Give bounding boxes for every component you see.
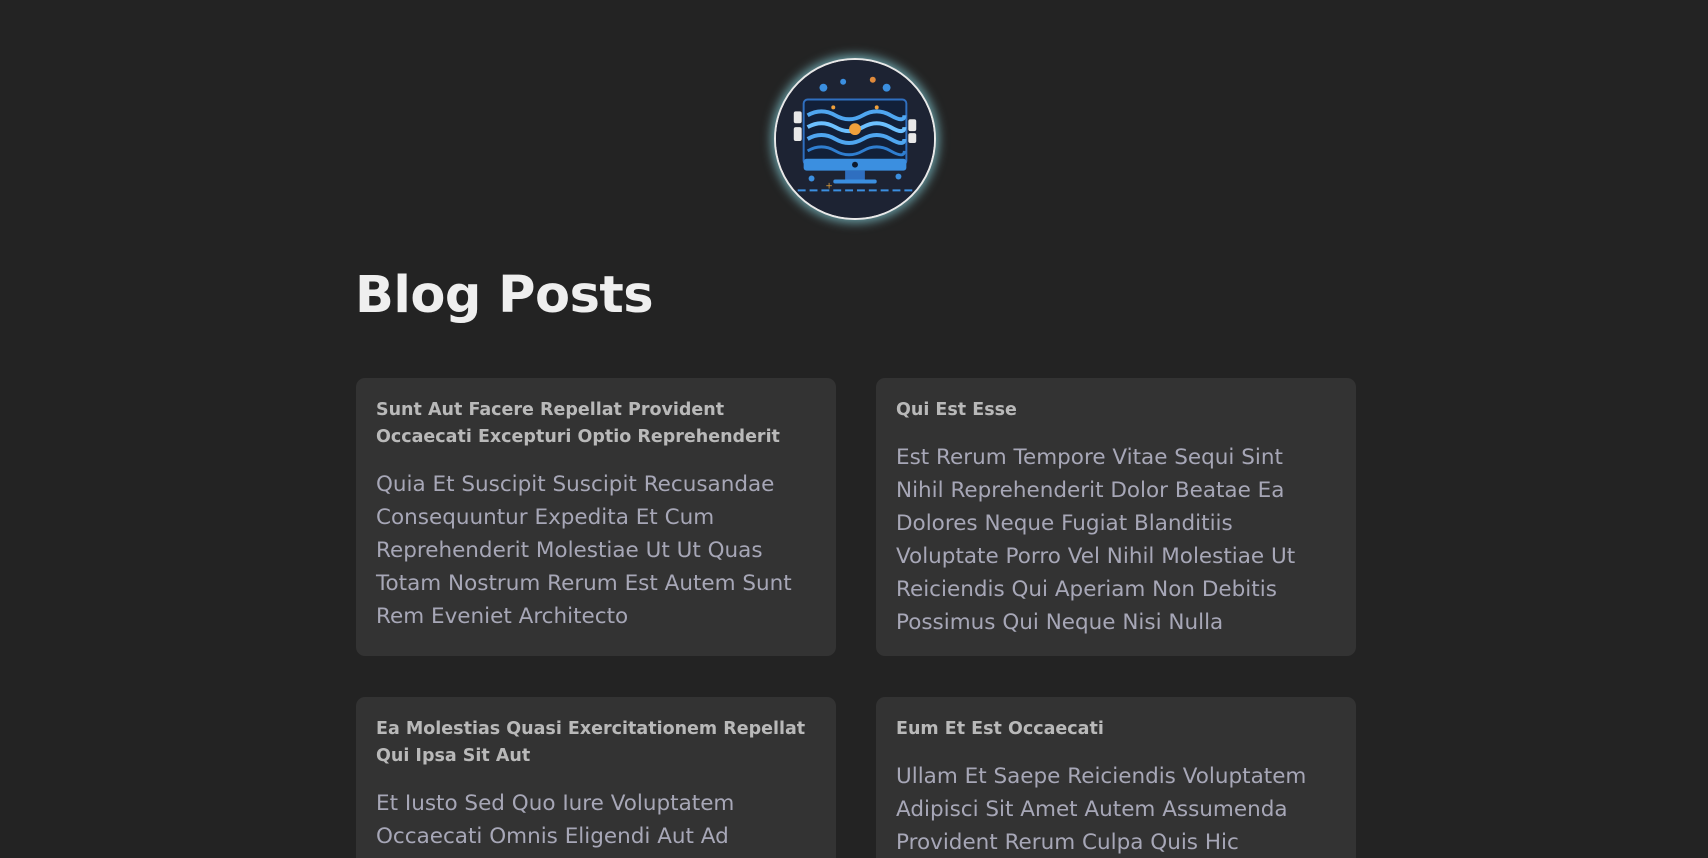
post-title[interactable]: Eum Et Est Occaecati (896, 716, 1336, 743)
post-title[interactable]: Qui Est Esse (896, 397, 1336, 424)
blog-page: + + + Blog Posts Sunt Aut Facere Rep (0, 0, 1708, 858)
post-body: Ullam Et Saepe Reiciendis Voluptatem Adi… (896, 764, 1307, 855)
avatar[interactable]: + + + (774, 58, 936, 220)
post-body: Est Rerum Tempore Vitae Sequi Sint Nihil… (896, 445, 1296, 635)
page-title: Blog Posts (355, 266, 654, 325)
post-card[interactable]: Ea Molestias Quasi Exercitationem Repell… (356, 697, 836, 858)
post-card[interactable]: Sunt Aut Facere Repellat Provident Occae… (356, 378, 836, 656)
post-body: Et Iusto Sed Quo Iure Voluptatem Occaeca… (376, 791, 735, 858)
post-card[interactable]: Qui Est Esse Est Rerum Tempore Vitae Seq… (876, 378, 1356, 656)
post-title[interactable]: Sunt Aut Facere Repellat Provident Occae… (376, 397, 816, 451)
post-card[interactable]: Eum Et Est Occaecati Ullam Et Saepe Reic… (876, 697, 1356, 858)
post-title[interactable]: Ea Molestias Quasi Exercitationem Repell… (376, 716, 816, 770)
computer-monitor-logo-icon: + + + (776, 60, 934, 218)
post-body: Quia Et Suscipit Suscipit Recusandae Con… (376, 472, 792, 629)
